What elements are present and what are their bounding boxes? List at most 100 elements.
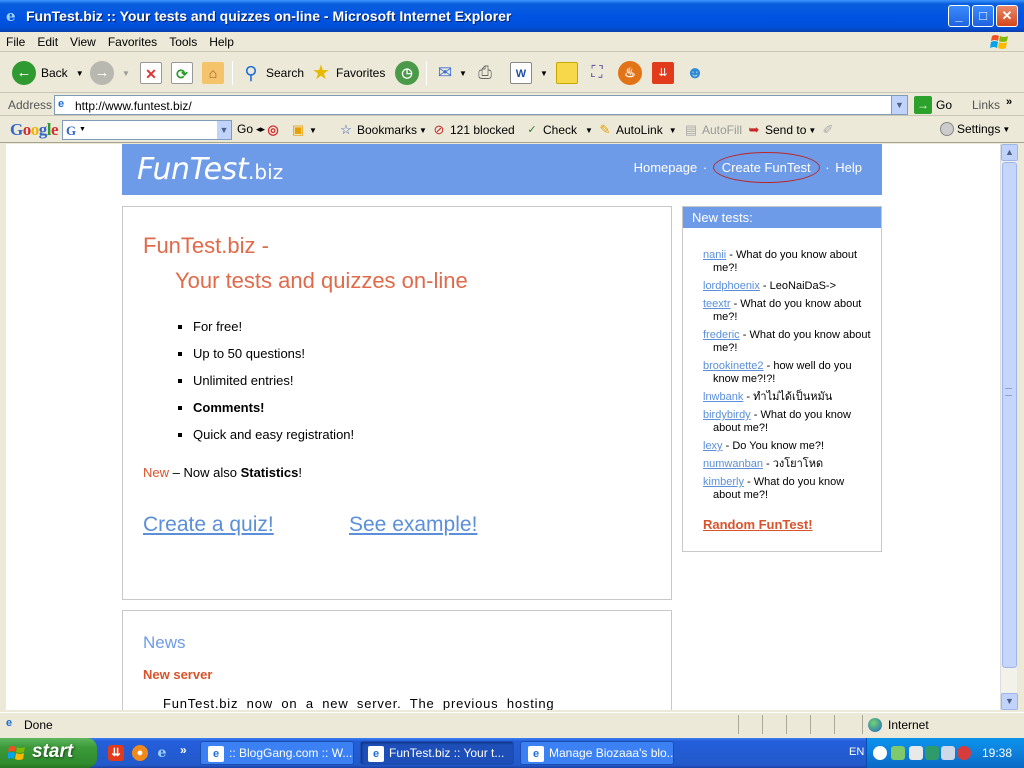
address-input[interactable]: e http://www.funtest.biz/ ▼ (54, 95, 908, 115)
google-toolbar: Google G ▼ ▼ Go ◂▸ ◎ ▣ ▼ ☆ Bookmarks ▼ ⊘… (0, 117, 1024, 143)
autolink-button[interactable]: ✎ AutoLink ▼ (597, 122, 677, 138)
pagerank-button[interactable]: ◎ (265, 122, 284, 138)
nav-homepage[interactable]: Homepage (634, 160, 698, 175)
random-funtest-link[interactable]: Random FunTest! (703, 517, 813, 532)
new-tests-panel: New tests: nanii - What do you know abou… (682, 206, 882, 552)
page-done-icon: e (6, 717, 13, 729)
print-button[interactable]: ⎙ (474, 59, 496, 87)
task-funtest[interactable]: e FunTest.biz :: Your t... (360, 741, 514, 765)
send-to-dropdown-icon: ▼ (808, 125, 817, 135)
check-label: Check (543, 123, 578, 137)
tray-network-icon[interactable] (891, 746, 905, 760)
tray-security-icon[interactable] (925, 746, 939, 760)
marker-icon: ✐ (822, 122, 834, 137)
window-titlebar[interactable]: e FunTest.biz :: Your tests and quizzes … (0, 0, 1024, 32)
see-example-link[interactable]: See example! (349, 513, 477, 537)
highlight-button[interactable]: ✐ (820, 122, 839, 138)
search-button[interactable]: ⚲ Search (240, 59, 304, 87)
menu-file[interactable]: File (0, 32, 31, 52)
tray-volume-icon[interactable] (941, 746, 955, 760)
scroll-down-icon[interactable]: ▼ (1001, 693, 1018, 710)
news-dropdown-icon: ▼ (309, 125, 317, 135)
google-search-input[interactable]: G ▼ ▼ (62, 120, 232, 140)
google-logo: Google (10, 120, 59, 139)
close-button[interactable]: ✕ (996, 5, 1018, 27)
menu-edit[interactable]: Edit (31, 32, 64, 52)
stop-button[interactable]: ✕ (140, 59, 162, 87)
quicklaunch-ie-icon[interactable]: e (154, 745, 170, 761)
maximize-button[interactable]: □ (972, 5, 994, 27)
task-manage-blog[interactable]: e Manage Biozaaa's blo... (520, 741, 674, 765)
site-logo[interactable]: FunTest.biz (137, 152, 283, 187)
vertical-scrollbar[interactable]: ▲ ▼ (1000, 144, 1018, 710)
start-button[interactable]: start (0, 738, 97, 768)
google-search-dropdown-icon[interactable]: ▼ (217, 121, 231, 139)
test-author-link[interactable]: birdybirdy (703, 409, 751, 421)
new-tests-list: nanii - What do you know about me?! lord… (703, 249, 871, 507)
test-author-link[interactable]: brookinette2 (703, 360, 764, 372)
window-right-border (1017, 144, 1024, 710)
tray-app-icon[interactable] (909, 746, 923, 760)
quicklaunch-firefox-icon[interactable]: ● (132, 745, 148, 761)
test-author-link[interactable]: numwanban (703, 458, 763, 470)
popup-blocker-button[interactable]: ⊘ 121 blocked (431, 122, 515, 138)
google-go-button[interactable]: Go ◂▸ (237, 122, 265, 136)
bookmark-star-icon: ☆ (340, 122, 352, 137)
menu-favorites[interactable]: Favorites (102, 32, 163, 52)
autofill-button[interactable]: ▤ AutoFill (683, 122, 742, 138)
tray-antivirus-icon[interactable] (957, 746, 971, 760)
scroll-thumb[interactable] (1002, 162, 1017, 668)
refresh-button[interactable]: ⟳ (171, 59, 193, 87)
clock[interactable]: 19:38 (982, 746, 1012, 760)
edit-button[interactable]: W ▼ (510, 59, 548, 87)
scroll-up-icon[interactable]: ▲ (1001, 144, 1018, 161)
addon-fire-button[interactable]: ♨ (618, 59, 642, 87)
download-icon: ⇊ (652, 62, 674, 84)
test-author-link[interactable]: teextr (703, 298, 731, 310)
autofill-icon: ▤ (684, 122, 698, 137)
bookmarks-button[interactable]: ☆ Bookmarks ▼ (338, 122, 427, 138)
test-author-link[interactable]: kimberly (703, 476, 744, 488)
nav-create-funtest[interactable]: Create FunTest (712, 152, 820, 183)
messenger-button[interactable]: ☻ (684, 59, 706, 87)
forward-button[interactable]: → ▼ (90, 59, 130, 87)
quicklaunch-download-icon[interactable]: ⇊ (108, 745, 124, 761)
quicklaunch-more-icon[interactable]: » (180, 743, 187, 757)
mail-button[interactable]: ✉ ▼ (434, 59, 467, 87)
menu-view[interactable]: View (64, 32, 102, 52)
mail-icon: ✉ (437, 63, 453, 82)
news-button[interactable]: ▣ ▼ (290, 122, 317, 138)
test-author-link[interactable]: lordphoenix (703, 280, 760, 292)
tray-back-icon[interactable] (873, 746, 887, 760)
security-zone[interactable]: Internet (868, 718, 929, 732)
home-button[interactable]: ⌂ (202, 59, 224, 87)
create-quiz-link[interactable]: Create a quiz! (143, 513, 274, 537)
windows-flag-icon (8, 746, 25, 760)
test-author-link[interactable]: nanii (703, 249, 726, 261)
discuss-button[interactable] (556, 59, 578, 87)
task-bloggang[interactable]: e :: BlogGang.com :: W... (200, 741, 354, 765)
settings-button[interactable]: Settings ▼ (940, 122, 1010, 136)
spell-check-button[interactable]: ✓ Check ▼ (524, 122, 593, 138)
test-author-link[interactable]: lexy (703, 440, 723, 452)
address-dropdown-icon[interactable]: ▼ (891, 96, 907, 114)
nav-separator: · (702, 160, 708, 175)
links-button[interactable]: Links (972, 98, 1000, 112)
nav-help[interactable]: Help (835, 160, 862, 175)
test-author-link[interactable]: lnwbank (703, 391, 743, 403)
chevron-right-icon[interactable]: » (1006, 96, 1012, 108)
go-button[interactable]: → Go (914, 96, 952, 114)
history-button[interactable]: ◷ (395, 59, 419, 87)
language-indicator[interactable]: EN (849, 746, 864, 758)
menu-tools[interactable]: Tools (163, 32, 203, 52)
test-author-link[interactable]: frederic (703, 329, 740, 341)
feature-item: Comments! (193, 400, 354, 427)
favorites-button[interactable]: ★ Favorites (310, 59, 385, 87)
research-button[interactable]: ⛶ (586, 59, 608, 87)
back-button[interactable]: ← Back ▼ (12, 59, 84, 87)
fire-icon: ♨ (618, 61, 642, 85)
send-to-button[interactable]: ➥ Send to ▼ (746, 122, 817, 138)
minimize-button[interactable]: _ (948, 5, 970, 27)
addon-download-button[interactable]: ⇊ (652, 59, 674, 87)
menu-help[interactable]: Help (203, 32, 240, 52)
